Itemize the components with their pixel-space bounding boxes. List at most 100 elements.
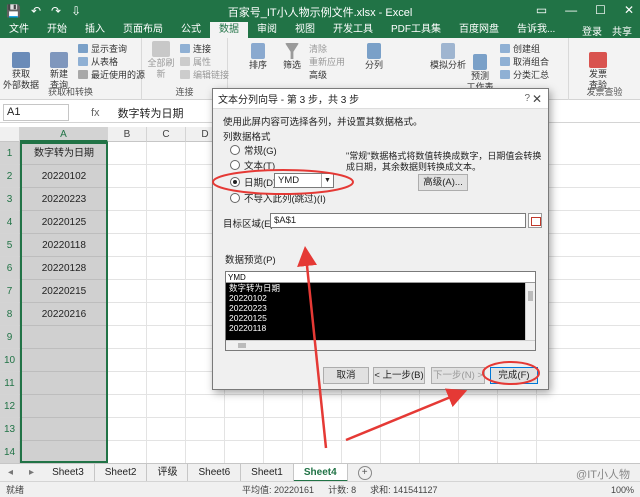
cell-A12[interactable]: [20, 395, 108, 418]
reapply-button[interactable]: 重新应用: [309, 55, 345, 68]
share-button[interactable]: 共享: [612, 23, 632, 38]
formula-input[interactable]: 数字转为日期: [118, 105, 184, 121]
row-header-7[interactable]: 7: [0, 280, 20, 303]
row-header-2[interactable]: 2: [0, 165, 20, 188]
recent-sources-button[interactable]: 最近使用的源: [78, 68, 145, 81]
quick-access-3[interactable]: ⇩: [71, 4, 81, 18]
sheet-tab-3[interactable]: Sheet6: [188, 463, 242, 482]
quick-access-0[interactable]: 💾: [6, 4, 21, 18]
row-header-14[interactable]: 14: [0, 441, 20, 463]
sign-in-link[interactable]: 登录: [582, 23, 602, 38]
preview-column-header[interactable]: YMD: [226, 272, 535, 283]
sheet-tab-5[interactable]: Sheet4: [293, 463, 348, 482]
tab-8[interactable]: 开发工具: [324, 22, 382, 38]
radio-skip-column[interactable]: 不导入此列(跳过)(I): [230, 191, 326, 205]
column-header-C[interactable]: C: [147, 127, 186, 142]
tab-10[interactable]: 百度网盘: [450, 22, 508, 38]
sort-button[interactable]: 排序: [246, 43, 270, 71]
cancel-button[interactable]: 取消: [323, 367, 369, 384]
minimize-icon[interactable]: —: [565, 3, 577, 17]
forecast-sheet-button[interactable]: 预测 工作表: [466, 43, 494, 93]
properties-button[interactable]: 属性: [180, 55, 211, 68]
select-all-corner[interactable]: [0, 127, 20, 142]
invoice-check-button[interactable]: 发票 查验: [583, 41, 613, 91]
new-query-button[interactable]: 新建 查询: [44, 41, 74, 91]
show-query-button[interactable]: 显示查询: [78, 42, 127, 55]
row-header-5[interactable]: 5: [0, 234, 20, 257]
ungroup-button[interactable]: 取消组合: [500, 55, 549, 68]
fx-icon[interactable]: fx: [91, 107, 100, 119]
row-header-4[interactable]: 4: [0, 211, 20, 234]
subtotal-button[interactable]: 分类汇总: [500, 68, 549, 81]
range-picker-icon[interactable]: [528, 213, 542, 228]
sheet-tab-2[interactable]: 评级: [147, 463, 189, 482]
cell-A10[interactable]: [20, 349, 108, 372]
zoom-level[interactable]: 100%: [611, 485, 640, 495]
cell-A7[interactable]: 20220215: [20, 280, 108, 303]
row-header-13[interactable]: 13: [0, 418, 20, 441]
cell-A8[interactable]: 20220216: [20, 303, 108, 326]
tab-6[interactable]: 审阅: [248, 22, 286, 38]
row-header-8[interactable]: 8: [0, 303, 20, 326]
finish-button[interactable]: 完成(F): [490, 367, 538, 384]
row-header-11[interactable]: 11: [0, 372, 20, 395]
clear-button[interactable]: 清除: [309, 42, 327, 55]
next-button[interactable]: 下一步(N) >: [431, 367, 485, 384]
get-external-data-button[interactable]: 获取 外部数据: [2, 41, 40, 91]
row-header-10[interactable]: 10: [0, 349, 20, 372]
add-sheet-icon[interactable]: +: [357, 465, 372, 480]
cell-A4[interactable]: 20220125: [20, 211, 108, 234]
cell-A2[interactable]: 20220102: [20, 165, 108, 188]
destination-input[interactable]: $A$1: [270, 213, 526, 228]
cell-A3[interactable]: 20220223: [20, 188, 108, 211]
data-preview[interactable]: YMD 数字转为日期 20220102 20220223 20220125 202201…: [225, 271, 536, 351]
tab-9[interactable]: PDF工具集: [382, 22, 450, 38]
advanced-button[interactable]: 高级(A)...: [418, 174, 468, 191]
what-if-button[interactable]: 模拟分析: [428, 43, 468, 71]
text-to-columns-button[interactable]: 分列: [362, 43, 386, 71]
radio-general[interactable]: 常规(G): [230, 143, 277, 157]
tab-7[interactable]: 视图: [286, 22, 324, 38]
tab-0[interactable]: 文件: [0, 22, 38, 38]
create-group-button[interactable]: 创建组: [500, 42, 540, 55]
quick-access-toolbar[interactable]: 💾 ↶ ↷ ⇩: [0, 4, 81, 18]
cell-A6[interactable]: 20220128: [20, 257, 108, 280]
cell-A14[interactable]: [20, 441, 108, 463]
row-header-6[interactable]: 6: [0, 257, 20, 280]
sheet-tab-0[interactable]: Sheet3: [42, 463, 95, 482]
column-header-B[interactable]: B: [108, 127, 147, 142]
column-header-A[interactable]: A: [20, 127, 108, 142]
cell-A9[interactable]: [20, 326, 108, 349]
ribbon-display-icon[interactable]: ▭: [536, 3, 547, 17]
cell-A1[interactable]: 数字转为日期: [20, 142, 108, 165]
row-header-1[interactable]: 1: [0, 142, 20, 165]
radio-date[interactable]: 日期(D):: [230, 175, 279, 189]
refresh-all-button[interactable]: 全部刷新: [144, 41, 178, 80]
tab-11[interactable]: 告诉我...: [508, 22, 564, 38]
radio-text[interactable]: 文本(T): [230, 158, 275, 172]
date-format-select[interactable]: YMD ▼: [274, 173, 334, 188]
preview-vertical-scrollbar[interactable]: [525, 283, 535, 340]
cell-A11[interactable]: [20, 372, 108, 395]
quick-access-2[interactable]: ↷: [51, 4, 61, 18]
row-header-12[interactable]: 12: [0, 395, 20, 418]
tab-1[interactable]: 开始: [38, 22, 76, 38]
connections-button[interactable]: 连接: [180, 42, 211, 55]
tab-5[interactable]: 数据: [210, 22, 248, 38]
filter-button[interactable]: 筛选: [280, 43, 304, 71]
sheet-tab-1[interactable]: Sheet2: [95, 463, 148, 482]
account-area[interactable]: 登录 共享: [582, 23, 640, 38]
maximize-icon[interactable]: ☐: [595, 3, 606, 17]
tab-2[interactable]: 插入: [76, 22, 114, 38]
row-header-3[interactable]: 3: [0, 188, 20, 211]
close-icon[interactable]: ✕: [624, 3, 634, 17]
back-button[interactable]: < 上一步(B): [373, 367, 425, 384]
sheet-next-icon[interactable]: ▸: [21, 467, 42, 478]
advanced-filter-button[interactable]: 高级: [309, 68, 327, 81]
name-box[interactable]: A1: [3, 104, 69, 121]
tab-3[interactable]: 页面布局: [114, 22, 172, 38]
quick-access-1[interactable]: ↶: [31, 4, 41, 18]
cell-A13[interactable]: [20, 418, 108, 441]
edit-links-button[interactable]: 编辑链接: [180, 68, 229, 81]
tab-4[interactable]: 公式: [172, 22, 210, 38]
